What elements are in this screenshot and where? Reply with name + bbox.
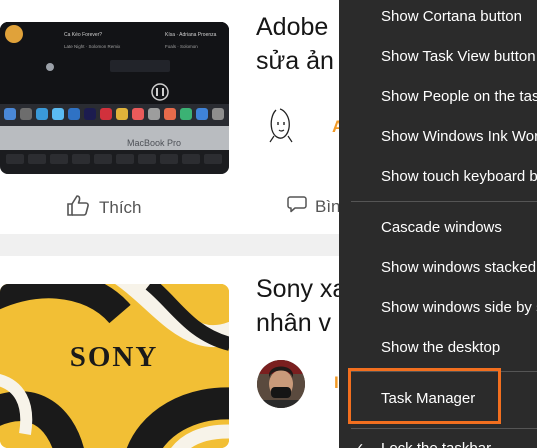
macbook-brand-text: MacBook Pro <box>127 138 181 148</box>
menu-item-show-touch-keyboard[interactable]: Show touch keyboard button <box>339 156 537 196</box>
macbook-image: MacBook Pro Ca Kéo Forever? Late Night ·… <box>0 22 229 174</box>
menu-item-show-task-view[interactable]: Show Task View button <box>339 36 537 76</box>
article-thumbnail-1[interactable]: MacBook Pro Ca Kéo Forever? Late Night ·… <box>0 22 229 174</box>
checkmark-icon: ✓ <box>353 439 365 448</box>
like-button[interactable]: Thích <box>66 194 142 221</box>
menu-item-show-people[interactable]: Show People on the taskbar <box>339 76 537 116</box>
comment-icon <box>287 195 307 218</box>
article-title-2-line1[interactable]: Sony xa <box>256 273 346 305</box>
article-title-1-line1[interactable]: Adobe <box>256 11 328 43</box>
svg-text:Late Night · Solomon Remix: Late Night · Solomon Remix <box>64 44 121 49</box>
menu-item-lock-taskbar[interactable]: ✓ Lock the taskbar <box>339 428 537 448</box>
svg-text:Ca Kéo Forever?: Ca Kéo Forever? <box>64 32 102 38</box>
menu-item-show-windows-ink[interactable]: Show Windows Ink Workspace button <box>339 116 537 156</box>
author-avatar-sketch[interactable] <box>262 104 302 144</box>
article-thumbnail-2[interactable]: SONY <box>0 284 229 448</box>
like-label: Thích <box>99 197 142 217</box>
task-manager-highlight-box <box>348 368 501 424</box>
menu-item-cascade-windows[interactable]: Cascade windows <box>339 207 537 247</box>
menu-item-show-desktop[interactable]: Show the desktop <box>339 327 537 367</box>
article-title-1-line2[interactable]: sửa ản <box>256 45 334 77</box>
menu-item-show-cortana[interactable]: Show Cortana button <box>339 0 537 36</box>
author-avatar-photo[interactable] <box>257 360 305 408</box>
menu-separator <box>351 201 537 202</box>
menu-item-show-windows-side-by-side[interactable]: Show windows side by side <box>339 287 537 327</box>
thumbs-up-icon <box>66 194 90 221</box>
svg-text:Foals · Solomon: Foals · Solomon <box>165 44 198 49</box>
comment-button[interactable]: Bìn <box>287 195 341 218</box>
sony-logo-text: SONY <box>70 341 159 373</box>
menu-item-show-windows-stacked[interactable]: Show windows stacked <box>339 247 537 287</box>
sony-image: SONY <box>0 284 229 448</box>
article-title-2-line2[interactable]: nhân v <box>256 307 331 339</box>
svg-text:Kísa · Adriana Proenza: Kísa · Adriana Proenza <box>165 32 217 38</box>
comment-label: Bìn <box>315 196 341 216</box>
